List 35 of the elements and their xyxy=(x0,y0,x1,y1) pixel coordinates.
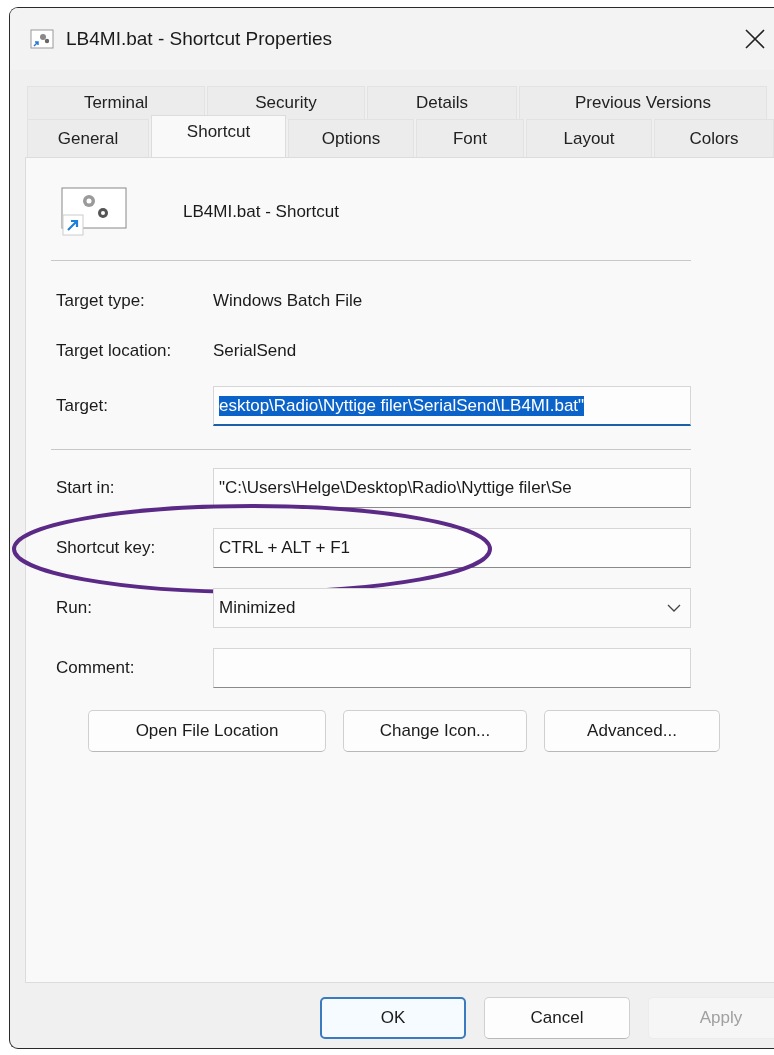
shortcut-name: LB4MI.bat - Shortcut xyxy=(183,202,339,222)
field-label: Target location: xyxy=(56,341,173,361)
field-label: Target: xyxy=(56,396,109,416)
action-button[interactable]: Advanced... xyxy=(544,710,720,752)
field-value: SerialSend xyxy=(213,341,297,361)
tab[interactable]: Layout xyxy=(526,119,652,157)
field-label: Shortcut key: xyxy=(56,538,157,558)
tab[interactable]: Details xyxy=(367,86,517,119)
tab[interactable]: Colors xyxy=(654,119,774,157)
input-field[interactable]: CTRL + ALT + F1 xyxy=(213,528,691,568)
input-field[interactable] xyxy=(213,648,691,688)
tab[interactable]: Terminal xyxy=(27,86,205,119)
action-button[interactable]: Change Icon... xyxy=(343,710,527,752)
input-field[interactable]: "C:\Users\Helge\Desktop\Radio\Nyttige filer\Se xyxy=(213,468,691,508)
field-label: Run: xyxy=(56,598,93,618)
chevron-down-icon xyxy=(667,603,681,613)
run-dropdown[interactable]: Minimized xyxy=(213,588,691,628)
tab[interactable]: Shortcut xyxy=(151,115,286,157)
tab[interactable]: General xyxy=(27,119,149,157)
tab[interactable]: Security xyxy=(207,86,365,119)
tab[interactable]: Options xyxy=(288,119,414,157)
dialog-button[interactable]: OK xyxy=(320,997,466,1039)
tab[interactable]: Previous Versions xyxy=(519,86,767,119)
shortcut-icon xyxy=(30,29,54,49)
tab[interactable]: Font xyxy=(416,119,524,157)
action-button[interactable]: Open File Location xyxy=(88,710,326,752)
field-value: Windows Batch File xyxy=(213,291,363,311)
field-label: Comment: xyxy=(56,658,136,678)
shortcut-file-icon xyxy=(61,187,129,237)
window-title: LB4MI.bat - Shortcut Properties xyxy=(66,28,334,50)
dialog-button[interactable]: Cancel xyxy=(484,997,630,1039)
field-label: Start in: xyxy=(56,478,116,498)
close-icon[interactable] xyxy=(744,28,766,50)
field-label: Target type: xyxy=(56,291,146,311)
input-field[interactable]: esktop\Radio\Nyttige filer\SerialSend\LB4MI.bat" xyxy=(213,386,691,426)
